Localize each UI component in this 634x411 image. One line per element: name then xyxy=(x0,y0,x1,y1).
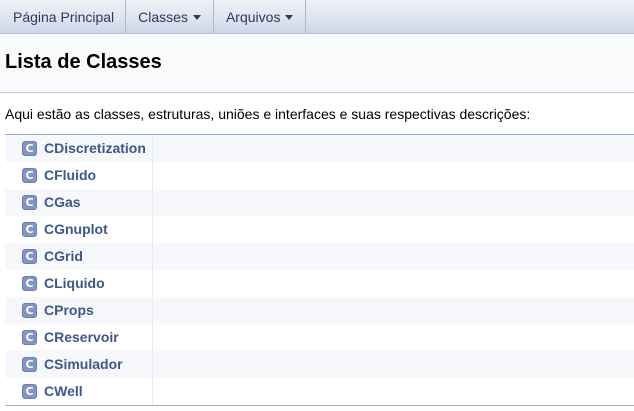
class-link[interactable]: CFluido xyxy=(44,167,96,183)
main-navigation: Página Principal Classes Arquivos xyxy=(0,0,634,34)
class-row: C CWell xyxy=(5,378,634,405)
class-icon: C xyxy=(22,303,37,318)
column-divider xyxy=(152,162,153,189)
page-description: Aqui estão as classes, estruturas, uniõe… xyxy=(5,106,531,122)
column-divider xyxy=(152,297,153,324)
class-list-table: C CDiscretization C CFluido C CGas C CGnuplot C C… xyxy=(5,134,634,406)
column-divider xyxy=(152,243,153,270)
column-divider xyxy=(152,378,153,405)
class-icon: C xyxy=(22,222,37,237)
class-row: C CGnuplot xyxy=(5,216,634,243)
chevron-down-icon xyxy=(285,15,294,20)
nav-tab-label: Página Principal xyxy=(13,8,115,25)
class-link[interactable]: CGnuplot xyxy=(44,221,108,237)
class-link[interactable]: CGas xyxy=(44,194,81,210)
class-link[interactable]: CProps xyxy=(44,302,94,318)
nav-tab-label: Arquivos xyxy=(225,8,281,25)
class-icon: C xyxy=(22,195,37,210)
nav-tab-classes[interactable]: Classes xyxy=(126,0,214,33)
column-divider xyxy=(152,324,153,351)
class-row: C CSimulador xyxy=(5,351,634,378)
class-row: C CFluido xyxy=(5,162,634,189)
class-icon: C xyxy=(22,141,37,156)
class-icon: C xyxy=(22,330,37,345)
class-icon: C xyxy=(22,357,37,372)
class-row: C CLiquido xyxy=(5,270,634,297)
class-row: C CDiscretization xyxy=(5,135,634,162)
column-divider xyxy=(152,270,153,297)
class-row: C CGas xyxy=(5,189,634,216)
class-row: C CGrid xyxy=(5,243,634,270)
nav-tab-label: Classes xyxy=(138,8,188,25)
class-link[interactable]: CSimulador xyxy=(44,356,123,372)
nav-tab-files[interactable]: Arquivos xyxy=(214,0,307,33)
chevron-down-icon xyxy=(192,15,201,20)
nav-tab-main-page[interactable]: Página Principal xyxy=(0,0,127,33)
column-divider xyxy=(152,216,153,243)
class-link[interactable]: CDiscretization xyxy=(44,140,146,156)
class-link[interactable]: CLiquido xyxy=(44,275,105,291)
page-title: Lista de Classes xyxy=(5,51,162,73)
class-icon: C xyxy=(22,384,37,399)
class-icon: C xyxy=(22,276,37,291)
class-row: C CReservoir xyxy=(5,324,634,351)
page-header: Lista de Classes xyxy=(0,34,634,93)
column-divider xyxy=(152,351,153,378)
column-divider xyxy=(152,189,153,216)
column-divider xyxy=(152,135,153,162)
class-icon: C xyxy=(22,249,37,264)
class-row: C CProps xyxy=(5,297,634,324)
class-link[interactable]: CGrid xyxy=(44,248,83,264)
class-icon: C xyxy=(22,168,37,183)
class-link[interactable]: CReservoir xyxy=(44,329,119,345)
class-link[interactable]: CWell xyxy=(44,383,83,399)
